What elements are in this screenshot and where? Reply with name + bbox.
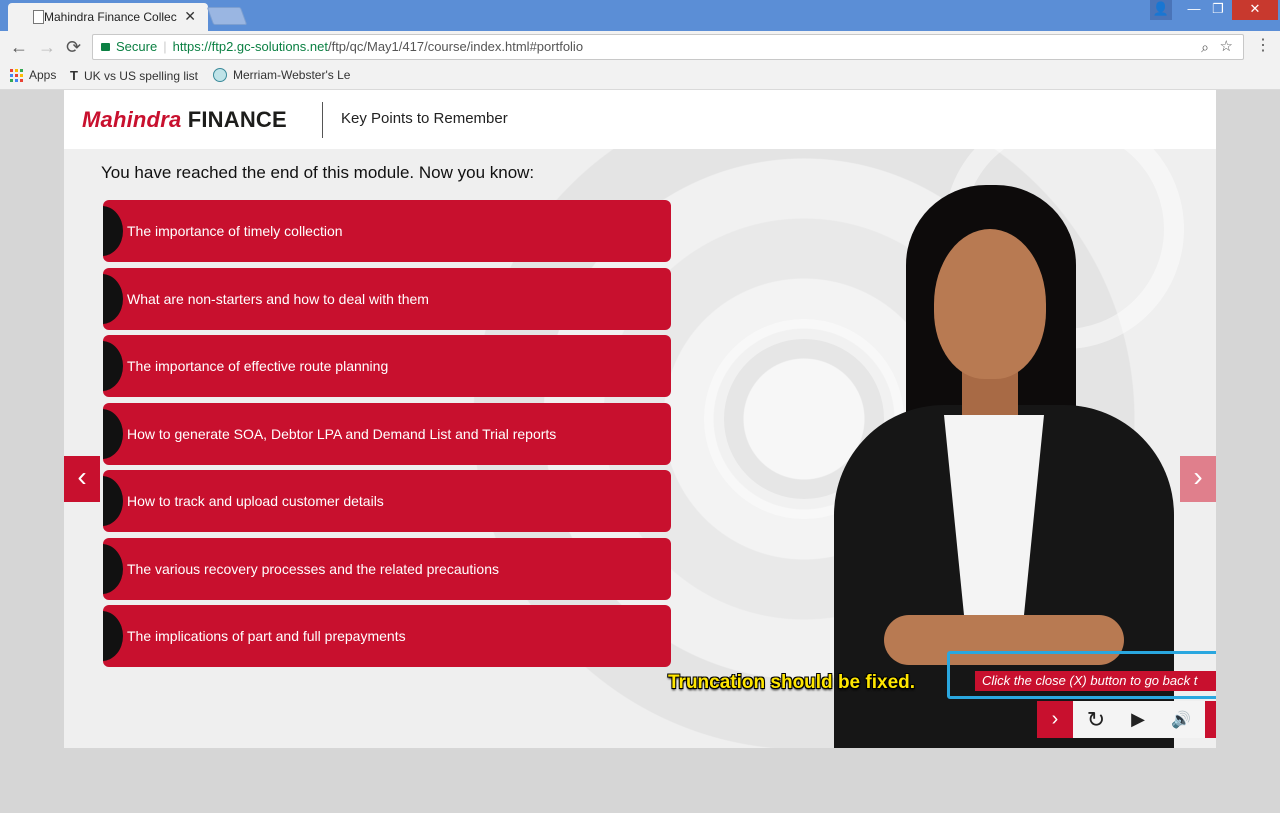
- bookmarks-bar: Apps T UK vs US spelling list Merriam-We…: [0, 63, 1280, 90]
- minimize-icon[interactable]: —: [1182, 0, 1206, 20]
- intro-text: You have reached the end of this module.…: [101, 163, 535, 182]
- maximize-icon[interactable]: ❐: [1206, 0, 1230, 20]
- key-point: The various recovery processes and the r…: [103, 538, 671, 600]
- key-point: The importance of timely collection: [103, 200, 671, 262]
- bookmark-apps[interactable]: Apps: [10, 68, 56, 82]
- key-point: How to generate SOA, Debtor LPA and Dema…: [103, 403, 671, 465]
- address-bar[interactable]: Secure | https://ftp2.gc-solutions.net/ftp…: [92, 34, 1244, 60]
- document-icon: [33, 10, 44, 24]
- t-icon: T: [70, 68, 78, 83]
- mahindra-finance-logo: Mahindra FINANCE: [82, 107, 287, 132]
- user-icon[interactable]: 👤: [1150, 0, 1172, 20]
- back-arrow-icon[interactable]: ←: [10, 37, 28, 58]
- apps-icon: [10, 68, 23, 82]
- audio-icon[interactable]: 🔊: [1157, 701, 1205, 738]
- tab-title: Mahindra Finance Collec: [44, 10, 177, 24]
- reload-icon[interactable]: ⟳: [66, 37, 81, 58]
- secure-label: Secure: [116, 39, 158, 54]
- new-tab-button[interactable]: [206, 7, 248, 25]
- browser-toolbar: ← → ⟳ Secure | https://ftp2.gc-solutions.n…: [0, 31, 1280, 63]
- slide-stage: You have reached the end of this module.…: [64, 109, 1216, 748]
- tab-close-icon[interactable]: ✕: [184, 8, 196, 25]
- browser-tab[interactable]: Mahindra Finance Collec ✕: [8, 3, 208, 31]
- separator: |: [163, 39, 167, 54]
- bookmark-uk-us-spelling[interactable]: T UK vs US spelling list: [70, 68, 198, 83]
- key-point: The importance of effective route planni…: [103, 335, 671, 397]
- player-controls: › ↻ ▶ 🔊: [1037, 701, 1216, 738]
- bookmark-merriam-webster[interactable]: Merriam-Webster's Le: [213, 68, 350, 82]
- page-title: Key Points to Remember: [341, 110, 508, 127]
- play-icon[interactable]: ▶: [1119, 701, 1157, 738]
- controls-end-cap: [1205, 701, 1216, 738]
- globe-icon: [213, 68, 227, 82]
- bookmark-star-icon[interactable]: ☆: [1220, 35, 1233, 59]
- forward-arrow-icon[interactable]: →: [38, 37, 56, 58]
- key-point: What are non-starters and how to deal wi…: [103, 268, 671, 330]
- key-point: The implications of part and full prepay…: [103, 605, 671, 667]
- key-point: How to track and upload customer details: [103, 470, 671, 532]
- browser-titlebar: Mahindra Finance Collec ✕ 👤 — ❐ ✕: [0, 0, 1280, 31]
- url-host: https://ftp2.gc-solutions.net: [172, 39, 328, 54]
- header-divider: [322, 102, 323, 138]
- browser-menu-icon[interactable]: ⋮: [1255, 35, 1271, 55]
- lock-icon: [101, 43, 110, 51]
- previous-slide-button[interactable]: ‹: [64, 456, 100, 502]
- zoom-icon[interactable]: ⌕: [1201, 35, 1209, 59]
- next-button[interactable]: ›: [1037, 701, 1073, 738]
- bookmark-label: UK vs US spelling list: [83, 68, 198, 83]
- caption-bar: Click the close (X) button to go back t: [975, 671, 1216, 691]
- url-path: /ftp/qc/May1/417/course/index.html#portf…: [327, 39, 584, 54]
- bookmark-label: Merriam-Webster's Le: [233, 68, 351, 82]
- course-frame: Mahindra FINANCE Key Points to Remember …: [64, 90, 1216, 748]
- replay-icon[interactable]: ↻: [1073, 701, 1119, 738]
- bookmark-label: Apps: [29, 68, 57, 82]
- window-close-icon[interactable]: ✕: [1232, 0, 1278, 20]
- review-annotation: Truncation should be fixed.: [668, 672, 916, 693]
